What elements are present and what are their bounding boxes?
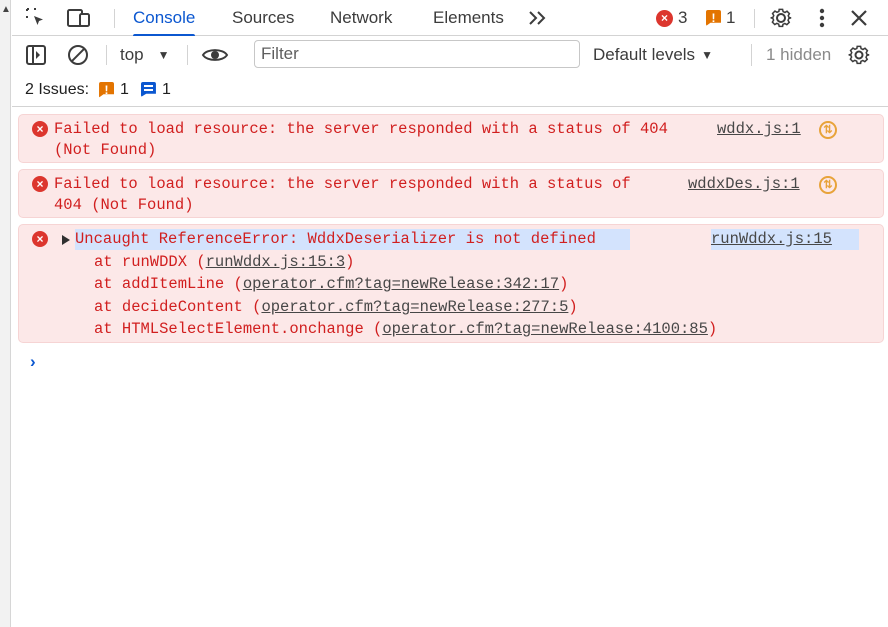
divider xyxy=(754,9,755,28)
settings-gear-icon[interactable] xyxy=(767,0,795,36)
tab-elements[interactable]: Elements xyxy=(433,0,504,36)
close-icon[interactable] xyxy=(847,0,871,36)
stack-frame-suffix: ) xyxy=(707,320,718,338)
divider xyxy=(187,45,188,65)
stack-frame-link[interactable]: operator.cfm?tag=newRelease:4100:85 xyxy=(382,320,708,338)
warning-icon: ! xyxy=(706,10,721,26)
tab-console[interactable]: Console xyxy=(133,0,196,37)
issues-messages-count: 1 xyxy=(161,80,171,98)
warning-flag-icon: ! xyxy=(99,81,115,98)
console-error-message: × Failed to load resource: the server re… xyxy=(18,169,884,218)
error-count-value: 3 xyxy=(678,8,688,27)
source-link[interactable]: wddx.js:1 xyxy=(717,119,801,140)
issues-label: 2 Issues: xyxy=(25,80,90,98)
devtools-panel: Console Sources Network Elements × 3 ! 1 xyxy=(12,0,888,627)
stack-frame-suffix: ) xyxy=(568,298,578,316)
stack-frame: at HTMLSelectElement.onchange (operator.… xyxy=(94,319,717,340)
stack-frame: at runWDDX (runWddx.js:15:3) xyxy=(94,252,354,273)
left-panel-edge: ▲ xyxy=(0,0,11,627)
hidden-messages-count: 1 hidden xyxy=(766,36,831,73)
warning-count[interactable]: ! 1 xyxy=(706,0,735,36)
error-icon: × xyxy=(32,176,48,192)
stack-frame-link[interactable]: operator.cfm?tag=newRelease:277:5 xyxy=(261,298,568,316)
console-prompt[interactable]: › xyxy=(30,352,36,372)
eye-icon[interactable] xyxy=(200,36,230,73)
divider xyxy=(751,44,752,66)
device-toolbar-icon[interactable] xyxy=(64,0,94,36)
hidden-count-label: 1 hidden xyxy=(766,44,832,64)
dropdown-triangle-icon: ▼ xyxy=(701,47,713,62)
stack-frame-prefix: at decideContent ( xyxy=(94,298,262,316)
stack-frame-link[interactable]: operator.cfm?tag=newRelease:342:17 xyxy=(243,275,559,293)
console-settings-gear-icon[interactable] xyxy=(846,36,872,73)
more-tabs-icon[interactable] xyxy=(524,0,550,36)
issues-warnings-count: 1 xyxy=(120,80,129,98)
stack-frame: at addItemLine (operator.cfm?tag=newRele… xyxy=(94,274,568,295)
divider xyxy=(106,45,107,65)
stack-frame-suffix: ) xyxy=(345,253,355,271)
error-headline[interactable]: Uncaught ReferenceError: WddxDeserialize… xyxy=(75,229,630,250)
caret-up-icon: ▲ xyxy=(1,4,11,15)
stack-frame-link[interactable]: runWddx.js:15:3 xyxy=(206,253,346,271)
clear-console-icon[interactable] xyxy=(66,36,90,73)
tab-network[interactable]: Network xyxy=(330,0,392,36)
source-link[interactable]: runWddx.js:15 xyxy=(711,229,859,250)
sidebar-toggle-icon[interactable] xyxy=(24,36,48,73)
error-text: Failed to load resource: the server resp… xyxy=(54,175,631,214)
stack-frame-suffix: ) xyxy=(559,275,569,293)
stack-frame-prefix: at runWDDX ( xyxy=(94,253,206,271)
stack-frame-prefix: at HTMLSelectElement.onchange ( xyxy=(94,320,383,338)
context-selector[interactable]: top ▼ xyxy=(120,36,170,73)
error-count[interactable]: × 3 xyxy=(656,0,687,36)
issues-warnings[interactable]: ! 1 xyxy=(99,81,129,99)
tab-elements-label: Elements xyxy=(433,8,504,27)
tab-console-label: Console xyxy=(133,8,196,27)
message-flag-icon xyxy=(140,82,156,97)
issues-bar[interactable]: 2 Issues: ! 1 1 xyxy=(12,73,888,107)
error-text: Failed to load resource: the server resp… xyxy=(54,120,668,159)
stack-frame: at decideContent (operator.cfm?tag=newRe… xyxy=(94,297,578,318)
network-request-icon[interactable]: ⇅ xyxy=(819,121,837,139)
console-error-message: × Failed to load resource: the server re… xyxy=(18,114,884,163)
issues-messages[interactable]: 1 xyxy=(140,80,171,99)
console-toolbar: top ▼ Default levels ▼ 1 hidden xyxy=(12,36,888,73)
warning-count-value: 1 xyxy=(726,8,736,27)
source-link[interactable]: wddxDes.js:1 xyxy=(688,174,800,195)
error-icon: × xyxy=(656,9,673,27)
stack-frame-prefix: at addItemLine ( xyxy=(94,275,243,293)
inspect-element-icon[interactable] xyxy=(22,0,50,36)
context-value: top xyxy=(120,44,144,64)
tab-network-label: Network xyxy=(330,8,393,27)
log-levels-label: Default levels xyxy=(593,44,696,64)
divider xyxy=(114,9,115,28)
filter-input[interactable] xyxy=(254,40,580,68)
log-levels-dropdown[interactable]: Default levels ▼ xyxy=(593,36,713,73)
error-icon: × xyxy=(32,231,48,247)
tab-sources[interactable]: Sources xyxy=(232,0,294,36)
kebab-menu-icon[interactable] xyxy=(811,0,833,36)
dropdown-triangle-icon: ▼ xyxy=(157,47,170,62)
tab-sources-label: Sources xyxy=(232,8,295,27)
console-error-message: × Uncaught ReferenceError: WddxDeseriali… xyxy=(18,224,884,343)
devtools-tabbar: Console Sources Network Elements × 3 ! 1 xyxy=(12,0,888,37)
expand-triangle-icon[interactable] xyxy=(62,235,70,245)
error-icon: × xyxy=(32,121,48,137)
network-request-icon[interactable]: ⇅ xyxy=(819,176,837,194)
